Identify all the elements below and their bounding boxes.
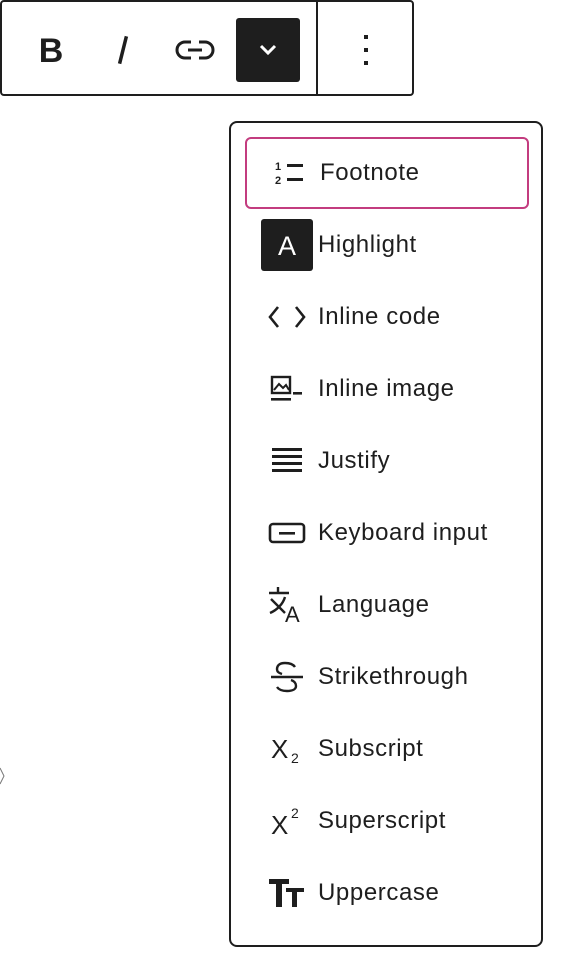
options-button[interactable] — [334, 18, 398, 82]
link-button[interactable] — [163, 18, 227, 82]
strikethrough-icon — [260, 650, 314, 704]
justify-icon — [260, 434, 314, 488]
menu-item-label: Uppercase — [318, 879, 440, 906]
menu-item-label: Justify — [318, 447, 391, 474]
formatting-toolbar: B — [0, 0, 414, 96]
svg-text:2: 2 — [291, 750, 299, 765]
svg-text:2: 2 — [291, 805, 299, 821]
menu-item-label: Footnote — [320, 159, 420, 186]
italic-icon — [117, 35, 129, 65]
more-rich-text-menu: 1 2 Footnote A Highlight Inline code Inl… — [229, 121, 543, 947]
menu-item-language[interactable]: A Language — [245, 569, 529, 641]
svg-text:B: B — [39, 32, 64, 68]
menu-item-highlight[interactable]: A Highlight — [245, 209, 529, 281]
menu-item-inline-code[interactable]: Inline code — [245, 281, 529, 353]
more-rich-text-button[interactable] — [236, 18, 300, 82]
more-vertical-icon — [364, 35, 368, 65]
toolbar-divider — [316, 2, 318, 94]
bold-button[interactable]: B — [19, 18, 83, 82]
uppercase-icon — [260, 866, 314, 920]
menu-item-justify[interactable]: Justify — [245, 425, 529, 497]
italic-button[interactable] — [91, 18, 155, 82]
svg-text:X: X — [271, 810, 288, 837]
menu-item-inline-image[interactable]: Inline image — [245, 353, 529, 425]
svg-text:X: X — [271, 734, 288, 764]
subscript-icon: X 2 — [260, 722, 314, 776]
menu-item-strikethrough[interactable]: Strikethrough — [245, 641, 529, 713]
menu-item-footnote[interactable]: 1 2 Footnote — [245, 137, 529, 209]
code-icon — [260, 290, 314, 344]
svg-text:A: A — [278, 231, 296, 260]
menu-item-label: Keyboard input — [318, 519, 488, 546]
svg-text:2: 2 — [275, 175, 281, 187]
menu-item-label: Language — [318, 591, 430, 618]
cursor-artifact — [0, 767, 5, 785]
menu-item-keyboard-input[interactable]: Keyboard input — [245, 497, 529, 569]
language-icon: A — [260, 578, 314, 632]
highlight-icon: A — [261, 219, 313, 271]
menu-item-uppercase[interactable]: Uppercase — [245, 857, 529, 929]
svg-text:1: 1 — [275, 161, 281, 173]
svg-text:A: A — [285, 602, 300, 624]
menu-item-subscript[interactable]: X 2 Subscript — [245, 713, 529, 785]
superscript-icon: X 2 — [260, 794, 314, 848]
chevron-down-icon — [259, 44, 277, 56]
menu-item-superscript[interactable]: X 2 Superscript — [245, 785, 529, 857]
link-icon — [175, 40, 215, 60]
menu-item-label: Highlight — [318, 231, 417, 258]
keyboard-icon — [260, 506, 314, 560]
menu-item-label: Strikethrough — [318, 663, 469, 690]
menu-item-label: Inline code — [318, 303, 441, 330]
bold-icon: B — [39, 32, 64, 68]
menu-item-label: Subscript — [318, 735, 424, 762]
inline-image-icon — [260, 362, 314, 416]
footnote-icon: 1 2 — [262, 146, 316, 200]
menu-item-label: Superscript — [318, 807, 446, 834]
menu-item-label: Inline image — [318, 375, 455, 402]
